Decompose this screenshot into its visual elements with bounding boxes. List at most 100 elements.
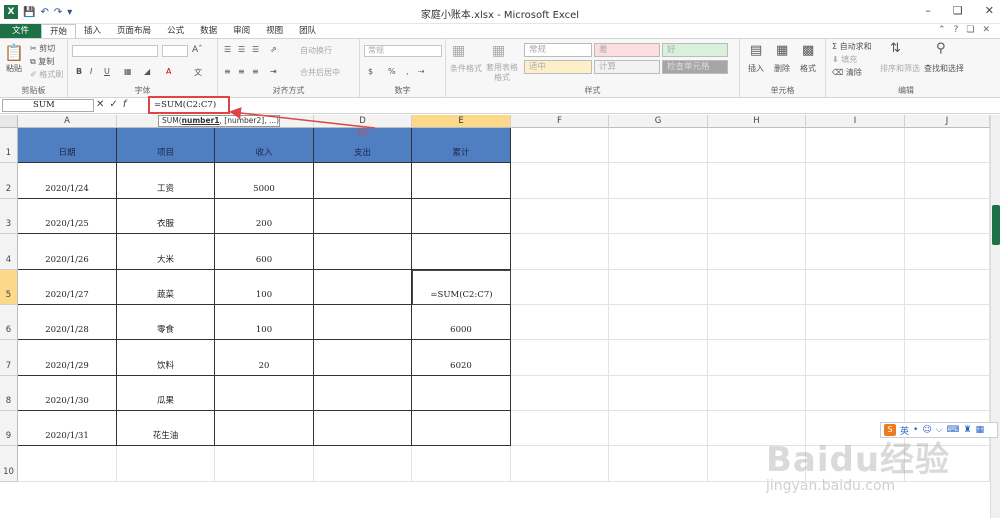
empty-cell[interactable]	[412, 446, 511, 482]
table-cell[interactable]	[215, 376, 314, 411]
sort-filter-button[interactable]: 排序和筛选	[880, 63, 920, 74]
table-cell[interactable]: 饮料	[117, 340, 215, 376]
empty-cell[interactable]	[511, 340, 609, 376]
style-check-cell[interactable]: 检查单元格	[662, 60, 728, 74]
autosum-button[interactable]: Σ 自动求和	[832, 41, 872, 52]
table-cell[interactable]: 2020/1/29	[18, 340, 117, 376]
table-cell[interactable]: 6000	[412, 305, 511, 340]
column-header-j[interactable]: J	[905, 115, 990, 128]
empty-cell[interactable]	[708, 234, 806, 270]
grow-font-icon[interactable]: Aˆ	[192, 45, 203, 55]
empty-cell[interactable]	[806, 305, 905, 340]
align-center-icon[interactable]: ≡	[238, 67, 245, 76]
column-header-h[interactable]: H	[708, 115, 806, 128]
table-cell[interactable]	[412, 163, 511, 199]
table-cell[interactable]: 零食	[117, 305, 215, 340]
help-icon[interactable]: ?	[954, 25, 959, 35]
row-header-8[interactable]: 8	[0, 376, 18, 411]
column-header-i[interactable]: I	[806, 115, 905, 128]
empty-cell[interactable]	[806, 199, 905, 234]
table-cell[interactable]: 花生油	[117, 411, 215, 446]
table-header-cell[interactable]: 日期	[18, 128, 117, 163]
table-cell[interactable]: 100	[215, 305, 314, 340]
microphone-icon[interactable]: ⌵	[936, 425, 943, 435]
wrap-text-button[interactable]: 自动换行	[300, 45, 332, 56]
style-bad[interactable]: 差	[594, 43, 660, 57]
empty-cell[interactable]	[708, 199, 806, 234]
row-header-5[interactable]: 5	[0, 270, 18, 305]
table-cell[interactable]: 2020/1/28	[18, 305, 117, 340]
row-header-1[interactable]: 1	[0, 128, 18, 163]
empty-cell[interactable]	[609, 234, 708, 270]
table-cell[interactable]	[314, 234, 412, 270]
empty-cell[interactable]	[905, 270, 990, 305]
table-cell[interactable]: 20	[215, 340, 314, 376]
column-header-f[interactable]: F	[511, 115, 609, 128]
cancel-icon[interactable]: ✕	[96, 99, 104, 110]
tooltip-arg-number1[interactable]: number1	[182, 116, 220, 125]
table-cell[interactable]: 瓜果	[117, 376, 215, 411]
style-calculation[interactable]: 计算	[594, 60, 660, 74]
empty-cell[interactable]	[806, 340, 905, 376]
skin-icon[interactable]: ♜	[964, 425, 972, 435]
phonetic-button[interactable]: 文	[194, 67, 202, 78]
table-cell[interactable]: 衣服	[117, 199, 215, 234]
empty-cell[interactable]	[806, 234, 905, 270]
empty-cell[interactable]	[806, 270, 905, 305]
cut-button[interactable]: ✂ 剪切	[30, 43, 55, 54]
empty-cell[interactable]	[215, 446, 314, 482]
tab-team[interactable]: 团队	[291, 24, 324, 38]
percent-button[interactable]: %	[388, 67, 396, 76]
increase-decimal-icon[interactable]: ⇢	[418, 67, 425, 76]
table-header-cell[interactable]: 累计	[412, 128, 511, 163]
empty-cell[interactable]	[511, 128, 609, 163]
table-cell[interactable]: 2020/1/30	[18, 376, 117, 411]
punctuation-icon[interactable]: •	[913, 425, 918, 435]
empty-cell[interactable]	[511, 376, 609, 411]
empty-cell[interactable]	[905, 128, 990, 163]
close-icon[interactable]: ✕	[985, 4, 994, 17]
empty-cell[interactable]	[609, 270, 708, 305]
table-format-button[interactable]: 套用表格格式	[486, 63, 518, 83]
underline-button[interactable]: U	[104, 67, 110, 76]
row-header-4[interactable]: 4	[0, 234, 18, 270]
currency-button[interactable]: $	[368, 67, 373, 76]
binoculars-icon[interactable]: ⚲	[936, 41, 946, 56]
enter-icon[interactable]: ✓	[109, 99, 117, 110]
table-cell[interactable]: 5000	[215, 163, 314, 199]
table-cell[interactable]: 600	[215, 234, 314, 270]
tab-home[interactable]: 开始	[41, 24, 77, 38]
style-normal[interactable]: 常规	[524, 43, 592, 57]
fill-button[interactable]: ⬇ 填充	[832, 54, 857, 65]
tools-icon[interactable]: ▦	[976, 425, 985, 435]
column-header-a[interactable]: A	[18, 115, 117, 128]
tab-review[interactable]: 审阅	[225, 24, 258, 38]
delete-cells-icon[interactable]: ▦	[776, 43, 788, 58]
scroll-thumb[interactable]	[992, 205, 1000, 245]
empty-cell[interactable]	[806, 446, 905, 482]
fill-color-icon[interactable]: ◢	[144, 67, 150, 76]
empty-cell[interactable]	[905, 305, 990, 340]
table-cell[interactable]	[412, 199, 511, 234]
row-header-6[interactable]: 6	[0, 305, 18, 340]
font-color-icon[interactable]: A	[166, 67, 171, 76]
table-format-icon[interactable]: ▦	[492, 43, 505, 59]
empty-cell[interactable]	[609, 305, 708, 340]
table-cell[interactable]: 2020/1/25	[18, 199, 117, 234]
empty-cell[interactable]	[806, 376, 905, 411]
table-cell[interactable]: 2020/1/26	[18, 234, 117, 270]
empty-cell[interactable]	[511, 446, 609, 482]
border-icon[interactable]: ▦	[124, 67, 132, 76]
workbook-close-icon[interactable]: ✕	[982, 25, 990, 35]
table-cell[interactable]	[314, 411, 412, 446]
vertical-scrollbar[interactable]	[990, 115, 1000, 518]
table-cell[interactable]: 2020/1/27	[18, 270, 117, 305]
table-cell[interactable]	[412, 376, 511, 411]
align-bottom-icon[interactable]: ☰	[252, 45, 259, 54]
format-cells-button[interactable]: 格式	[800, 63, 816, 74]
empty-cell[interactable]	[806, 163, 905, 199]
ime-language-toggle[interactable]: 英	[900, 424, 909, 437]
empty-cell[interactable]	[609, 199, 708, 234]
row-header-9[interactable]: 9	[0, 411, 18, 446]
empty-cell[interactable]	[905, 199, 990, 234]
